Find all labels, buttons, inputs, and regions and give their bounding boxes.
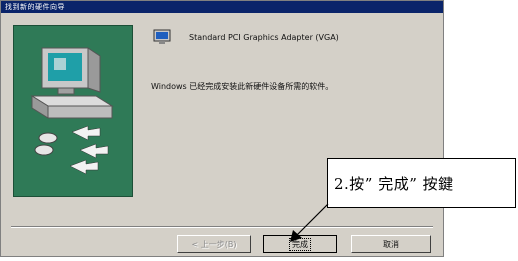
button-separator <box>11 226 433 228</box>
display-adapter-icon <box>153 29 171 44</box>
finish-button-label: 完成 <box>289 237 311 251</box>
cancel-button-label: 取消 <box>383 239 399 249</box>
back-button-label: < 上一步(B) <box>191 239 237 249</box>
title-bar: 找到新的硬件向导 <box>1 1 443 13</box>
finish-button[interactable]: 完成 <box>263 235 337 253</box>
completion-message: Windows 已经完成安装此新硬件设备所需的软件。 <box>151 82 334 91</box>
device-name: Standard PCI Graphics Adapter (VGA) <box>189 32 339 42</box>
window-title: 找到新的硬件向导 <box>5 3 65 11</box>
wizard-dialog: 找到新的硬件向导 Standard PCI Graphics Adapter (… <box>0 0 444 257</box>
wizard-illustration <box>13 25 133 197</box>
cancel-button[interactable]: 取消 <box>351 235 431 253</box>
computer-illustration-icon <box>30 47 114 175</box>
callout-text: 2.按” 完成” 按鍵 <box>334 174 454 193</box>
device-row: Standard PCI Graphics Adapter (VGA) <box>153 29 339 45</box>
instruction-callout: 2.按” 完成” 按鍵 <box>327 158 516 208</box>
back-button[interactable]: < 上一步(B) <box>177 235 251 253</box>
